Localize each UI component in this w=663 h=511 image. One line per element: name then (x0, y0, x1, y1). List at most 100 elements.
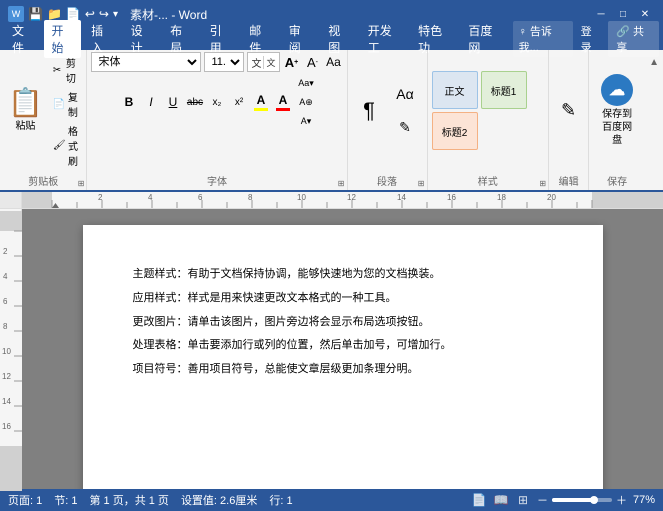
page-count: 第 1 页，共 1 页 (89, 492, 168, 508)
quick-new-icon[interactable]: 📄 (66, 7, 81, 21)
style-normal[interactable]: 正文 (432, 71, 478, 109)
strikethrough-button[interactable]: abc (185, 92, 205, 112)
view-normal-icon[interactable]: 📄 (471, 492, 487, 508)
clear-format-button[interactable]: Aa (325, 53, 343, 71)
save-section: ☁ 保存到百度网盘 保存 (589, 50, 645, 190)
para-style-buttons: Aα ✎ (389, 78, 421, 144)
wen-indicator: 文 文 (247, 52, 279, 72)
page-info: 页面: 1 (8, 492, 42, 508)
quick-open-icon[interactable]: 📁 (47, 7, 62, 21)
quick-save-icon[interactable]: 💾 (28, 7, 43, 21)
svg-text:6: 6 (198, 193, 203, 202)
ruler-svg: 2 4 6 8 10 12 14 1 (22, 192, 663, 208)
editing-section: ✎ 编辑 (549, 50, 589, 190)
close-button[interactable]: ✕ (635, 6, 655, 22)
edit-icon-button[interactable]: ✎ (389, 112, 421, 144)
superscript-button[interactable]: x² (229, 92, 249, 112)
document-content: 主题样式：有助于文档保持协调，能够快速地为您的文档换装。 应用样式：样式是用来快… (133, 265, 553, 380)
styles-section: 正文 标题1 标题2 样式 ⊞ (428, 50, 550, 190)
char-spacing-button[interactable]: A▾ (297, 112, 315, 130)
document-page: 主题样式：有助于文档保持协调，能够快速地为您的文档换装。 应用样式：样式是用来快… (83, 225, 603, 489)
font-name-select[interactable]: 宋体 (91, 52, 201, 72)
status-bar: 页面: 1 节: 1 第 1 页，共 1 页 设置值: 2.6厘米 行: 1 📄… (0, 489, 663, 511)
italic-button[interactable]: I (141, 92, 161, 112)
save-baidu-button[interactable]: ☁ 保存到百度网盘 (593, 70, 641, 151)
paragraph-section: ¶ Aα ✎ 段落 ⊞ (348, 50, 428, 190)
doc-line-5: 项目符号：善用项目符号，总能使文章层级更加条理分明。 (133, 360, 553, 380)
zoom-percent: 77% (633, 494, 655, 506)
baidu-icon: ☁ (601, 74, 633, 106)
doc-line-3: 更改图片：请单击该图片，图片旁边将会显示布局选项按钮。 (133, 313, 553, 333)
char-indicator: 文 (263, 56, 275, 69)
cut-button[interactable]: ✂ 剪切 (49, 54, 83, 86)
zoom-out-icon[interactable]: － (537, 492, 548, 508)
minimize-button[interactable]: ─ (591, 6, 611, 22)
view-read-icon[interactable]: 📖 (493, 492, 509, 508)
view-layout-icon[interactable]: ⊞ (515, 492, 531, 508)
line-info: 行: 1 (269, 492, 292, 508)
title-bar-controls: ─ □ ✕ (591, 6, 655, 22)
font-color-button[interactable]: A (273, 91, 293, 113)
editing-label: 编辑 (553, 171, 584, 190)
paragraph-label: 段落 (352, 171, 423, 190)
paste-icon: 📋 (8, 89, 43, 117)
customize-icon[interactable]: ▾ (113, 9, 118, 20)
style-heading2[interactable]: 标题2 (432, 112, 478, 150)
styles-expand-icon[interactable]: ⊞ (539, 179, 546, 188)
undo-icon[interactable]: ↩ (85, 7, 95, 21)
doc-line-1: 主题样式：有助于文档保持协调，能够快速地为您的文档换装。 (133, 265, 553, 285)
paragraph-body: ¶ Aα ✎ (352, 52, 423, 171)
aa-button[interactable]: Aa▾ (297, 74, 315, 92)
para-buttons: ¶ (353, 95, 385, 127)
save-label: 保存到百度网盘 (601, 108, 633, 147)
svg-text:2: 2 (98, 193, 103, 202)
style-icon-button[interactable]: Aα (389, 78, 421, 110)
font-body: 宋体 11.5 文 文 A+ A- Aa B I U a (91, 52, 342, 171)
font-size-select[interactable]: 11.5 (204, 52, 244, 72)
styles-body: 正文 标题1 标题2 (432, 52, 545, 171)
svg-text:10: 10 (2, 347, 11, 356)
a-circle-button[interactable]: A⊕ (297, 93, 315, 111)
underline-button[interactable]: U (163, 92, 183, 112)
zoom-control[interactable]: － ＋ (537, 492, 627, 508)
menu-bar: 文件 开始 插入 设计 布局 引用 邮件 审阅 视图 开发工 特色功 百度网 ♀… (0, 28, 663, 50)
clipboard-small: ✂ 剪切 📄 复制 🖌 格式刷 (49, 54, 83, 169)
redo-icon[interactable]: ↪ (99, 7, 109, 21)
save-body: ☁ 保存到百度网盘 (593, 52, 641, 171)
paragraph-icon-button[interactable]: ¶ (353, 95, 385, 127)
svg-text:12: 12 (2, 372, 11, 381)
format-painter-button[interactable]: 🖌 格式刷 (49, 122, 83, 169)
increase-font-button[interactable]: A+ (283, 53, 301, 71)
svg-text:16: 16 (2, 422, 11, 431)
highlight-color-button[interactable]: A (251, 91, 271, 113)
document-area[interactable]: 主题样式：有助于文档保持协调，能够快速地为您的文档换装。 应用样式：样式是用来快… (22, 209, 663, 489)
restore-button[interactable]: □ (613, 6, 633, 22)
svg-text:2: 2 (3, 247, 8, 256)
save-group-label: 保存 (593, 171, 641, 190)
font-extra-buttons: Aa▾ A⊕ A▾ (297, 74, 315, 130)
copy-button[interactable]: 📄 复制 (49, 88, 83, 120)
editing-button[interactable]: ✎ (553, 95, 584, 127)
para-expand-icon[interactable]: ⊞ (418, 179, 425, 188)
font-row2: B I U abc x₂ x² A A Aa▾ A⊕ A▾ (119, 74, 315, 130)
svg-text:8: 8 (248, 193, 253, 202)
clipboard-section: 📋 粘贴 ✂ 剪切 📄 复制 🖌 格式刷 剪贴板 ⊞ (0, 50, 87, 190)
font-row1: 宋体 11.5 文 文 A+ A- Aa (91, 52, 342, 72)
bold-button[interactable]: B (119, 92, 139, 112)
font-label: 字体 (91, 171, 342, 190)
style-heading1[interactable]: 标题1 (481, 71, 527, 109)
font-expand-icon[interactable]: ⊞ (338, 179, 345, 188)
styles-gallery: 正文 标题1 标题2 (432, 71, 545, 150)
zoom-slider-track[interactable] (552, 498, 612, 502)
clipboard-expand-icon[interactable]: ⊞ (78, 179, 85, 188)
decrease-font-button[interactable]: A- (304, 53, 322, 71)
svg-text:14: 14 (397, 193, 406, 202)
styles-label: 样式 (432, 171, 545, 190)
ribbon-collapse-button[interactable]: ▲ (645, 50, 663, 72)
zoom-in-icon[interactable]: ＋ (616, 492, 627, 508)
status-left: 页面: 1 节: 1 第 1 页，共 1 页 设置值: 2.6厘米 行: 1 (8, 492, 293, 508)
subscript-button[interactable]: x₂ (207, 92, 227, 112)
editing-body: ✎ (553, 52, 584, 171)
paste-button[interactable]: 📋 粘贴 (4, 87, 47, 134)
clipboard-label: 剪贴板 (4, 171, 82, 190)
